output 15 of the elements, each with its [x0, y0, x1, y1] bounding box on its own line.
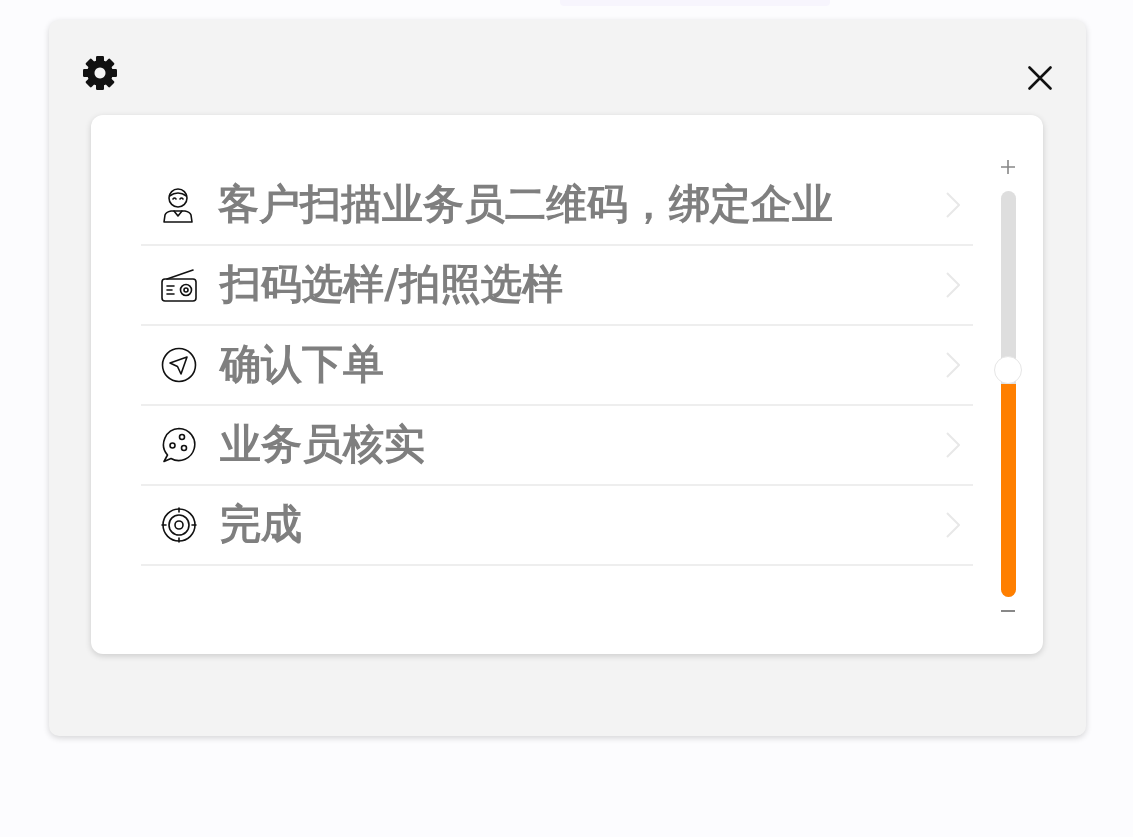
settings-button[interactable]: [82, 55, 118, 91]
settings-icon: [82, 55, 118, 91]
step-item[interactable]: 业务员核实: [141, 406, 973, 486]
close-button[interactable]: [1028, 66, 1052, 90]
chat-bubble-icon: [161, 427, 197, 463]
target-icon: [161, 507, 197, 543]
slider-thumb[interactable]: [994, 355, 1022, 384]
step-item[interactable]: 客户扫描业务员二维码，绑定企业: [141, 166, 973, 246]
step-item[interactable]: 完成: [141, 486, 973, 566]
person-icon: [161, 187, 195, 223]
plus-icon[interactable]: [1001, 160, 1015, 174]
radio-icon: [161, 268, 197, 302]
close-icon: [1028, 66, 1052, 90]
step-item[interactable]: 扫码选样/拍照选样: [141, 246, 973, 326]
step-item[interactable]: 确认下单: [141, 326, 973, 406]
